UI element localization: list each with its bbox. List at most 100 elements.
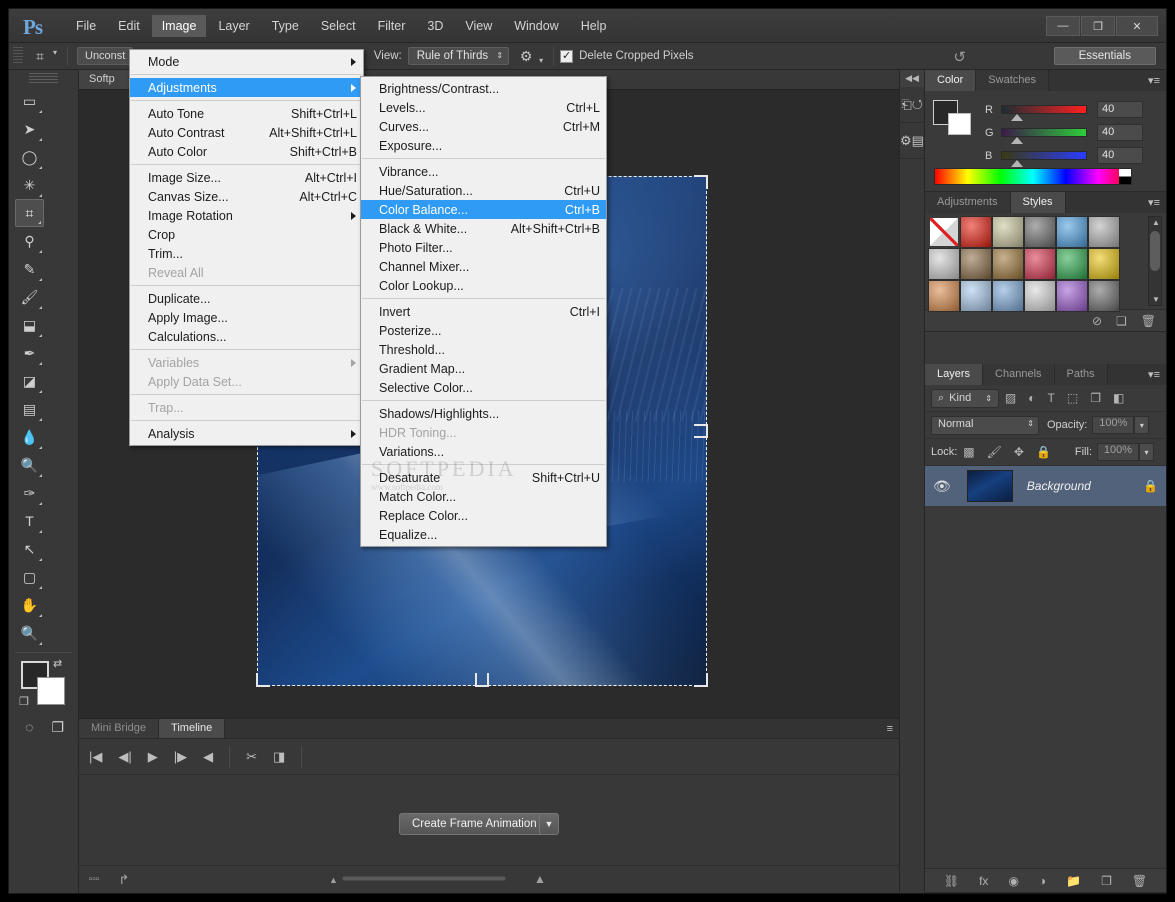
menu-item-apply-image[interactable]: Apply Image... (130, 308, 363, 327)
style-swatch[interactable] (1024, 216, 1056, 248)
menu-item-hue-saturation[interactable]: Hue/Saturation... Ctrl+U (361, 181, 606, 200)
fill-value[interactable]: 100% (1097, 443, 1139, 461)
style-swatch[interactable] (1024, 248, 1056, 280)
menu-item-auto-color[interactable]: Auto Color Shift+Ctrl+B (130, 142, 363, 161)
menu-item-color-balance[interactable]: Color Balance... Ctrl+B (361, 200, 606, 219)
style-swatch[interactable] (928, 280, 960, 312)
rectangular-marquee-tool[interactable]: ▭ (15, 87, 44, 115)
channel-value-r[interactable]: 40 (1097, 101, 1143, 118)
tab-mini-bridge[interactable]: Mini Bridge (79, 719, 160, 738)
render-video-icon[interactable]: ↱ (109, 872, 139, 888)
menu-item-image-rotation[interactable]: Image Rotation (130, 206, 363, 225)
blend-mode-select[interactable]: Normal ⇕ (931, 415, 1039, 435)
slider-knob[interactable] (1011, 114, 1023, 121)
style-swatch[interactable] (992, 216, 1024, 248)
timeline-zoom-slider[interactable] (324, 874, 524, 882)
style-swatch[interactable] (960, 216, 992, 248)
pen-tool[interactable]: ✑ (15, 479, 44, 507)
menu-item-replace-color[interactable]: Replace Color... (361, 506, 606, 525)
menu-item-photo-filter[interactable]: Photo Filter... (361, 238, 606, 257)
eraser-tool[interactable]: ◪ (15, 367, 44, 395)
menu-item-curves[interactable]: Curves... Ctrl+M (361, 117, 606, 136)
tab-paths[interactable]: Paths (1054, 364, 1108, 385)
menu-type[interactable]: Type (262, 15, 309, 37)
style-swatch[interactable] (1056, 216, 1088, 248)
close-button[interactable]: ✕ (1116, 16, 1158, 36)
menu-item-selective-color[interactable]: Selective Color... (361, 378, 606, 397)
menu-item-canvas-size[interactable]: Canvas Size... Alt+Ctrl+C (130, 187, 363, 206)
crop-tool-icon[interactable]: ⌗ (27, 45, 53, 67)
zoom-out-icon[interactable]: ▲ (329, 875, 338, 885)
menu-image[interactable]: Image (151, 15, 207, 37)
menu-item-shadows-highlights[interactable]: Shadows/Highlights... (361, 404, 606, 423)
style-swatch[interactable] (960, 248, 992, 280)
table-row[interactable]: 👁 Background 🔒 (925, 466, 1166, 506)
delete-cropped-pixels-label[interactable]: Delete Cropped Pixels (579, 50, 693, 62)
menu-item-match-color[interactable]: Match Color... (361, 487, 606, 506)
style-swatch[interactable] (1024, 280, 1056, 312)
new-fill-adjustment-layer-icon[interactable]: ◑ (1039, 874, 1046, 888)
history-brush-tool[interactable]: ✒ (15, 339, 44, 367)
eyedropper-tool[interactable]: ⚲ (15, 227, 44, 255)
menu-layer[interactable]: Layer (208, 15, 259, 37)
hand-tool[interactable]: ✋ (15, 591, 44, 619)
type-tool[interactable]: T (15, 507, 44, 535)
lasso-tool[interactable]: ◯ (15, 143, 44, 171)
tab-color[interactable]: Color (925, 70, 977, 91)
revert-icon[interactable]: ↺ (953, 48, 966, 66)
menu-window[interactable]: Window (504, 15, 568, 37)
clone-stamp-tool[interactable]: ⬓ (15, 311, 44, 339)
zoom-in-icon[interactable]: ▲ (534, 872, 546, 886)
delete-cropped-pixels-checkbox[interactable]: ✓ (560, 49, 574, 63)
channel-slider-g[interactable] (1001, 128, 1087, 144)
opacity-dropdown-icon[interactable]: ▾ (1134, 416, 1150, 434)
filter-adjustment-icon[interactable]: ◐ (1028, 391, 1035, 405)
create-frame-animation-button[interactable]: Create Frame Animation (399, 813, 550, 835)
delete-style-icon[interactable]: 🗑 (1141, 314, 1156, 328)
menu-item-brightness-contrast[interactable]: Brightness/Contrast... (361, 79, 606, 98)
channel-slider-b[interactable] (1001, 151, 1087, 167)
styles-scrollbar[interactable]: ▲ ▼ (1148, 216, 1162, 306)
menu-item-channel-mixer[interactable]: Channel Mixer... (361, 257, 606, 276)
menu-select[interactable]: Select (311, 15, 366, 37)
channel-value-g[interactable]: 40 (1097, 124, 1143, 141)
scrollbar-thumb[interactable] (1150, 231, 1160, 271)
menu-3d[interactable]: 3D (417, 15, 453, 37)
menu-item-black-white[interactable]: Black & White... Alt+Shift+Ctrl+B (361, 219, 606, 238)
crop-settings-arrow-icon[interactable]: ▾ (539, 56, 547, 65)
lock-all-icon[interactable]: 🔒 (1036, 445, 1051, 459)
play-icon[interactable]: ▶ (148, 749, 158, 765)
filter-type-icon[interactable]: T (1048, 391, 1055, 405)
tab-swatches[interactable]: Swatches (976, 70, 1049, 91)
menu-item-desaturate[interactable]: Desaturate Shift+Ctrl+U (361, 468, 606, 487)
zoom-tool[interactable]: 🔍 (15, 619, 44, 647)
menu-item-vibrance[interactable]: Vibrance... (361, 162, 606, 181)
previous-frame-icon[interactable]: ◀| (118, 749, 131, 765)
menu-item-color-lookup[interactable]: Color Lookup... (361, 276, 606, 295)
path-selection-tool[interactable]: ↖ (15, 535, 44, 563)
channel-value-b[interactable]: 40 (1097, 147, 1143, 164)
menu-help[interactable]: Help (571, 15, 617, 37)
style-swatch[interactable] (928, 248, 960, 280)
menu-item-mode[interactable]: Mode (130, 52, 363, 71)
style-swatch[interactable] (1056, 248, 1088, 280)
menu-item-image-size[interactable]: Image Size... Alt+Ctrl+I (130, 168, 363, 187)
filter-shape-icon[interactable]: ⬚ (1067, 391, 1078, 405)
screen-mode-icon[interactable]: ❐ (44, 713, 73, 741)
next-frame-icon[interactable]: |▶ (174, 749, 187, 765)
scroll-up-icon[interactable]: ▲ (1152, 218, 1160, 227)
layer-name[interactable]: Background (1027, 479, 1091, 493)
crop-ratio-button[interactable]: Unconst (77, 47, 134, 65)
style-swatch[interactable] (992, 280, 1024, 312)
gear-icon[interactable]: ⚙ (513, 45, 539, 67)
menu-item-trim[interactable]: Trim... (130, 244, 363, 263)
collapse-panels-icon[interactable]: ◀◀ (900, 70, 924, 87)
menu-item-duplicate[interactable]: Duplicate... (130, 289, 363, 308)
options-bar-grip[interactable] (13, 47, 23, 65)
lock-icon[interactable]: 🔒 (1143, 479, 1158, 493)
delete-layer-icon[interactable]: 🗑 (1132, 874, 1147, 888)
opacity-value[interactable]: 100% (1092, 416, 1135, 434)
background-color-swatch[interactable] (948, 113, 971, 135)
lock-image-pixels-icon[interactable]: 🖌 (987, 445, 1002, 459)
menu-item-posterize[interactable]: Posterize... (361, 321, 606, 340)
